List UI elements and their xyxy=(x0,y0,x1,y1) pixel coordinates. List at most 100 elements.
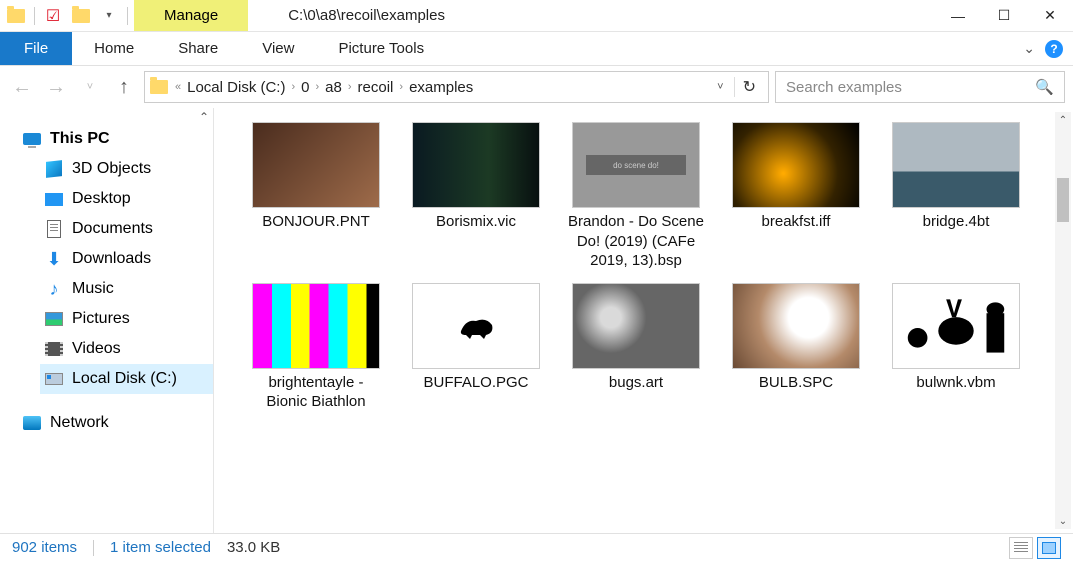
scroll-up-icon[interactable]: ⌃ xyxy=(199,110,209,124)
tree-item-documents[interactable]: Documents xyxy=(40,214,213,244)
vid-glyph-icon xyxy=(44,340,64,358)
tree-item-local-disk-c-[interactable]: Local Disk (C:) xyxy=(40,364,213,394)
file-name: Borismix.vic xyxy=(436,212,516,232)
maximize-button[interactable]: ☐ xyxy=(981,0,1027,31)
back-button[interactable]: ← xyxy=(8,73,36,101)
status-item-count: 902 items xyxy=(12,539,77,556)
thumbnails-view-button[interactable] xyxy=(1037,537,1061,559)
contextual-tab-manage[interactable]: Manage xyxy=(134,0,248,31)
quick-access-toolbar: ☑ ▾ xyxy=(0,0,134,31)
properties-icon[interactable]: ☑ xyxy=(43,6,63,26)
search-placeholder: Search examples xyxy=(786,79,1035,96)
separator xyxy=(93,540,94,556)
tree-label: Pictures xyxy=(72,310,130,328)
thumbnail-image xyxy=(892,122,1020,208)
tree-item-3d-objects[interactable]: 3D Objects xyxy=(40,154,213,184)
status-selection: 1 item selected xyxy=(110,539,211,556)
window-controls: — ☐ ✕ xyxy=(935,0,1073,31)
breadcrumb-segment[interactable]: Local Disk (C:) xyxy=(181,79,291,96)
recent-locations-icon[interactable]: ˅ xyxy=(76,73,104,101)
file-item[interactable]: breakfst.iff xyxy=(726,122,866,271)
file-item[interactable]: Borismix.vic xyxy=(406,122,546,271)
file-item[interactable]: BUFFALO.PGC xyxy=(406,283,546,412)
scroll-down-icon[interactable]: ⌄ xyxy=(1055,513,1071,529)
search-input[interactable]: Search examples 🔍 xyxy=(775,71,1065,103)
file-name: BULB.SPC xyxy=(759,373,833,393)
thumbnail-image xyxy=(732,122,860,208)
navigation-pane: ⌃ This PC 3D Objects Desktop Documents ⬇ Dow… xyxy=(0,108,214,533)
help-button[interactable]: ? xyxy=(1045,40,1063,58)
details-view-button[interactable] xyxy=(1009,537,1033,559)
tree-this-pc[interactable]: This PC xyxy=(18,124,213,154)
tree-label: This PC xyxy=(50,130,110,148)
tree-label: Music xyxy=(72,280,114,298)
thumbnail-image xyxy=(252,122,380,208)
breadcrumb-segment[interactable]: a8 xyxy=(319,79,348,96)
tree-label: Local Disk (C:) xyxy=(72,370,177,388)
thumbnail-image xyxy=(732,283,860,369)
file-name: bulwnk.vbm xyxy=(916,373,995,393)
file-item[interactable]: bridge.4bt xyxy=(886,122,1026,271)
close-button[interactable]: ✕ xyxy=(1027,0,1073,31)
forward-button[interactable]: → xyxy=(42,73,70,101)
file-item[interactable]: bulwnk.vbm xyxy=(886,283,1026,412)
minimize-button[interactable]: — xyxy=(935,0,981,31)
file-name: BONJOUR.PNT xyxy=(262,212,370,232)
scroll-up-icon[interactable]: ⌃ xyxy=(1055,112,1071,128)
network-icon xyxy=(22,414,42,432)
tree-item-music[interactable]: ♪ Music xyxy=(40,274,213,304)
tree-label: Desktop xyxy=(72,190,131,208)
scrollbar-thumb[interactable] xyxy=(1057,178,1069,222)
file-name: bugs.art xyxy=(609,373,663,393)
tab-home[interactable]: Home xyxy=(72,32,156,65)
tree-label: Network xyxy=(50,414,109,432)
status-bar: 902 items 1 item selected 33.0 KB xyxy=(0,533,1073,561)
file-item[interactable]: brightentayle - Bionic Biathlon xyxy=(246,283,386,412)
address-bar[interactable]: « Local Disk (C:) › 0 › a8 › recoil › ex… xyxy=(144,71,769,103)
tab-view[interactable]: View xyxy=(240,32,316,65)
refresh-button[interactable]: ↻ xyxy=(734,77,764,97)
tree-label: 3D Objects xyxy=(72,160,151,178)
thumbnail-image xyxy=(412,283,540,369)
file-item[interactable]: BULB.SPC xyxy=(726,283,866,412)
cube3d-icon xyxy=(44,160,64,178)
pc-icon xyxy=(22,130,42,148)
search-icon[interactable]: 🔍 xyxy=(1035,78,1054,96)
file-item[interactable]: bugs.art xyxy=(566,283,706,412)
file-name: brightentayle - Bionic Biathlon xyxy=(246,373,386,412)
tab-share[interactable]: Share xyxy=(156,32,240,65)
thumbnail-image xyxy=(412,122,540,208)
tree-item-pictures[interactable]: Pictures xyxy=(40,304,213,334)
file-item[interactable]: BONJOUR.PNT xyxy=(246,122,386,271)
qat-customize-icon[interactable]: ▾ xyxy=(99,6,119,26)
drive-glyph-icon xyxy=(44,370,64,388)
tree-item-downloads[interactable]: ⬇ Downloads xyxy=(40,244,213,274)
breadcrumb-segment[interactable]: 0 xyxy=(295,79,315,96)
tree-label: Downloads xyxy=(72,250,151,268)
scrollbar-vertical[interactable]: ⌃ ⌄ xyxy=(1055,112,1071,529)
breadcrumb-segment[interactable]: examples xyxy=(403,79,479,96)
thumbnail-image xyxy=(892,283,1020,369)
tree-item-desktop[interactable]: Desktop xyxy=(40,184,213,214)
dl-glyph-icon: ⬇ xyxy=(44,250,64,268)
title-bar: ☑ ▾ Manage C:\0\a8\recoil\examples — ☐ ✕ xyxy=(0,0,1073,32)
folder-icon xyxy=(149,77,169,97)
breadcrumb-segment[interactable]: recoil xyxy=(352,79,400,96)
new-folder-icon[interactable] xyxy=(71,6,91,26)
expand-ribbon-icon[interactable]: ⌄ xyxy=(1023,40,1035,57)
thumbnail-image: do scene do! xyxy=(572,122,700,208)
thumbnail-image xyxy=(252,283,380,369)
status-size: 33.0 KB xyxy=(227,539,280,556)
tree-item-videos[interactable]: Videos xyxy=(40,334,213,364)
up-button[interactable]: ↑ xyxy=(110,73,138,101)
tree-network[interactable]: Network xyxy=(18,408,213,438)
address-history-icon[interactable]: ˅ xyxy=(711,81,729,93)
file-item[interactable]: do scene do!Brandon - Do Scene Do! (2019… xyxy=(566,122,706,271)
separator xyxy=(127,7,128,25)
file-list[interactable]: BONJOUR.PNT Borismix.vic do scene do!Brand… xyxy=(214,108,1073,533)
folder-icon xyxy=(6,6,26,26)
file-name: BUFFALO.PGC xyxy=(423,373,528,393)
file-menu[interactable]: File xyxy=(0,32,72,65)
music-glyph-icon: ♪ xyxy=(44,280,64,298)
tab-picture-tools[interactable]: Picture Tools xyxy=(316,32,446,65)
